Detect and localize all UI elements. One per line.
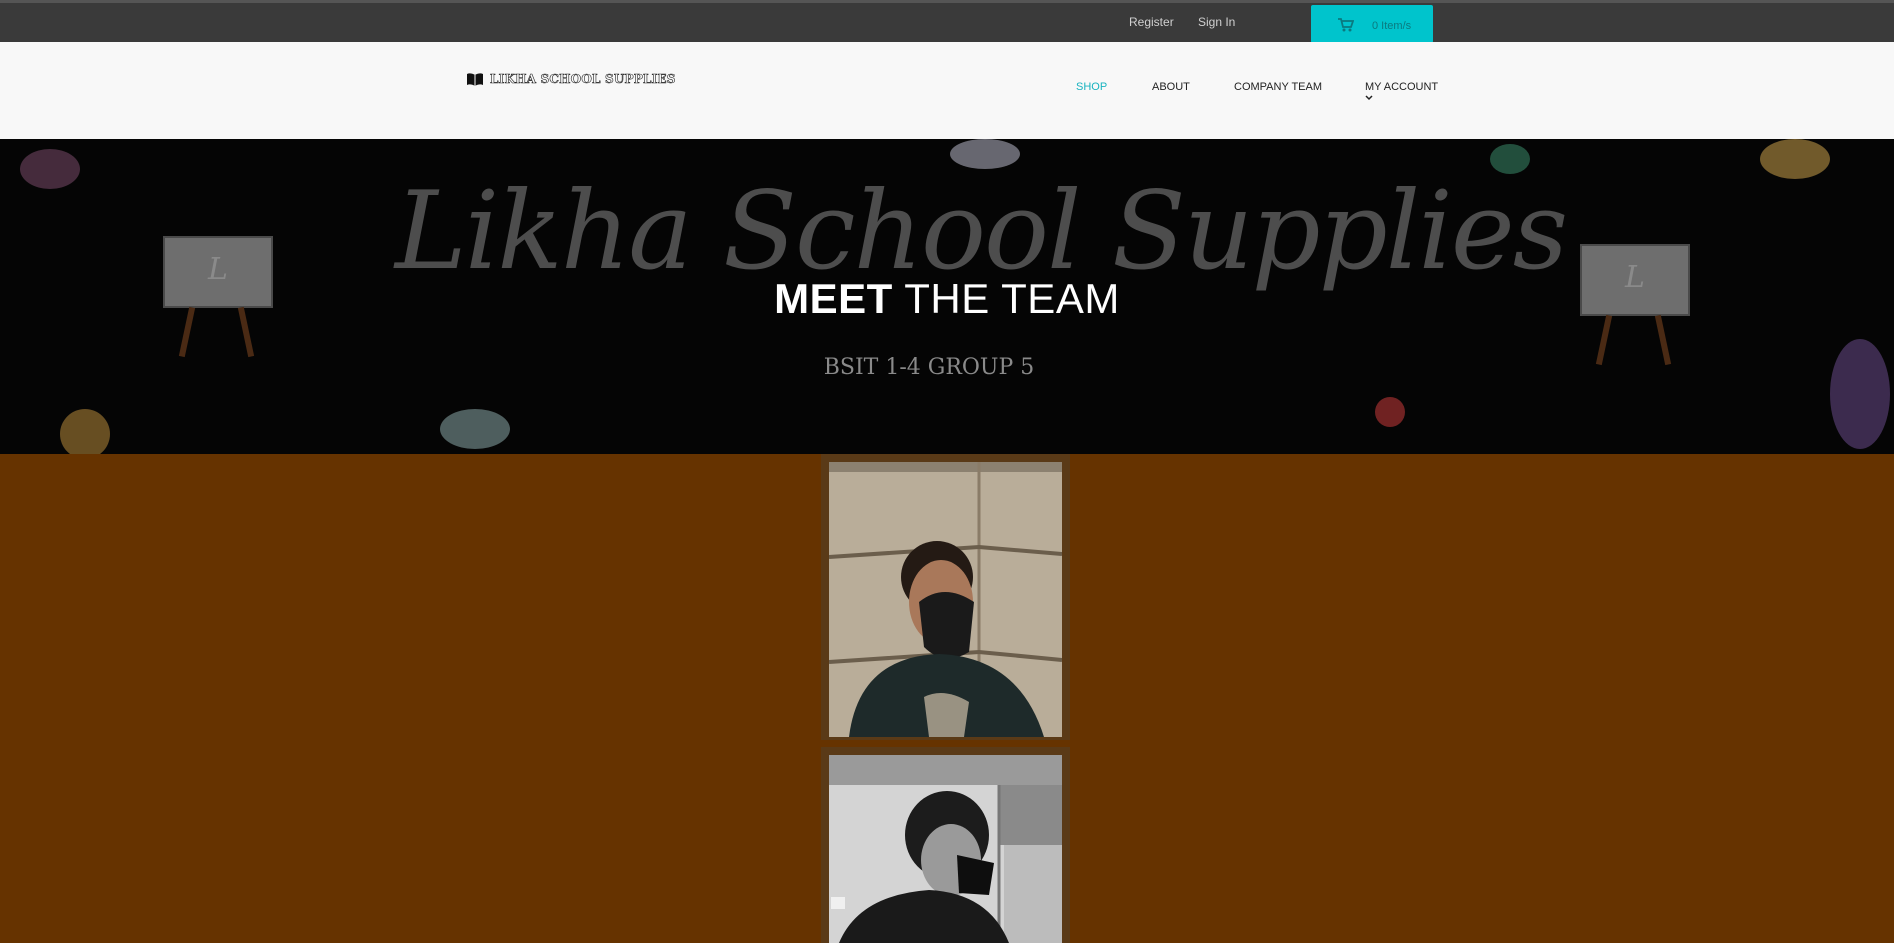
cart-icon	[1338, 18, 1354, 32]
page-subtitle: BSIT 1-4 GROUP 5	[823, 355, 1035, 380]
nav-company-team[interactable]: COMPANY TEAM	[1234, 81, 1322, 93]
hero-banner: Likha School Supplies L L MEET THE TEAM …	[0, 139, 1894, 454]
logo-text: LIKHA SCHOOL SUPPLIES	[490, 72, 676, 87]
team-member-photo	[829, 462, 1062, 737]
sign-in-link[interactable]: Sign In	[1198, 15, 1235, 29]
top-bar: Register Sign In 0 Item/s	[0, 0, 1894, 43]
nav-about[interactable]: ABOUT	[1152, 81, 1190, 93]
decor-shape	[950, 139, 1020, 169]
nav-my-account[interactable]: MY ACCOUNT	[1365, 81, 1438, 93]
team-member-card	[821, 454, 1070, 740]
main-header: LIKHA SCHOOL SUPPLIES SHOP ABOUT COMPANY…	[0, 42, 1894, 139]
decor-shape	[20, 149, 80, 189]
cart-button[interactable]: 0 Item/s	[1311, 5, 1433, 43]
decor-shape	[440, 409, 510, 449]
cart-count: 0 Item/s	[1372, 20, 1412, 32]
chevron-down-icon[interactable]	[1365, 95, 1373, 101]
book-icon	[467, 73, 483, 86]
team-member-photo	[829, 755, 1062, 943]
team-member-card	[821, 747, 1070, 943]
page-title: MEET THE TEAM	[774, 275, 1120, 322]
site-logo[interactable]: LIKHA SCHOOL SUPPLIES	[467, 72, 676, 86]
register-link[interactable]: Register	[1129, 15, 1174, 29]
decor-shape	[60, 409, 110, 454]
decor-shape	[1760, 139, 1830, 179]
decor-shape	[1375, 397, 1405, 427]
nav-shop[interactable]: SHOP	[1076, 81, 1107, 93]
